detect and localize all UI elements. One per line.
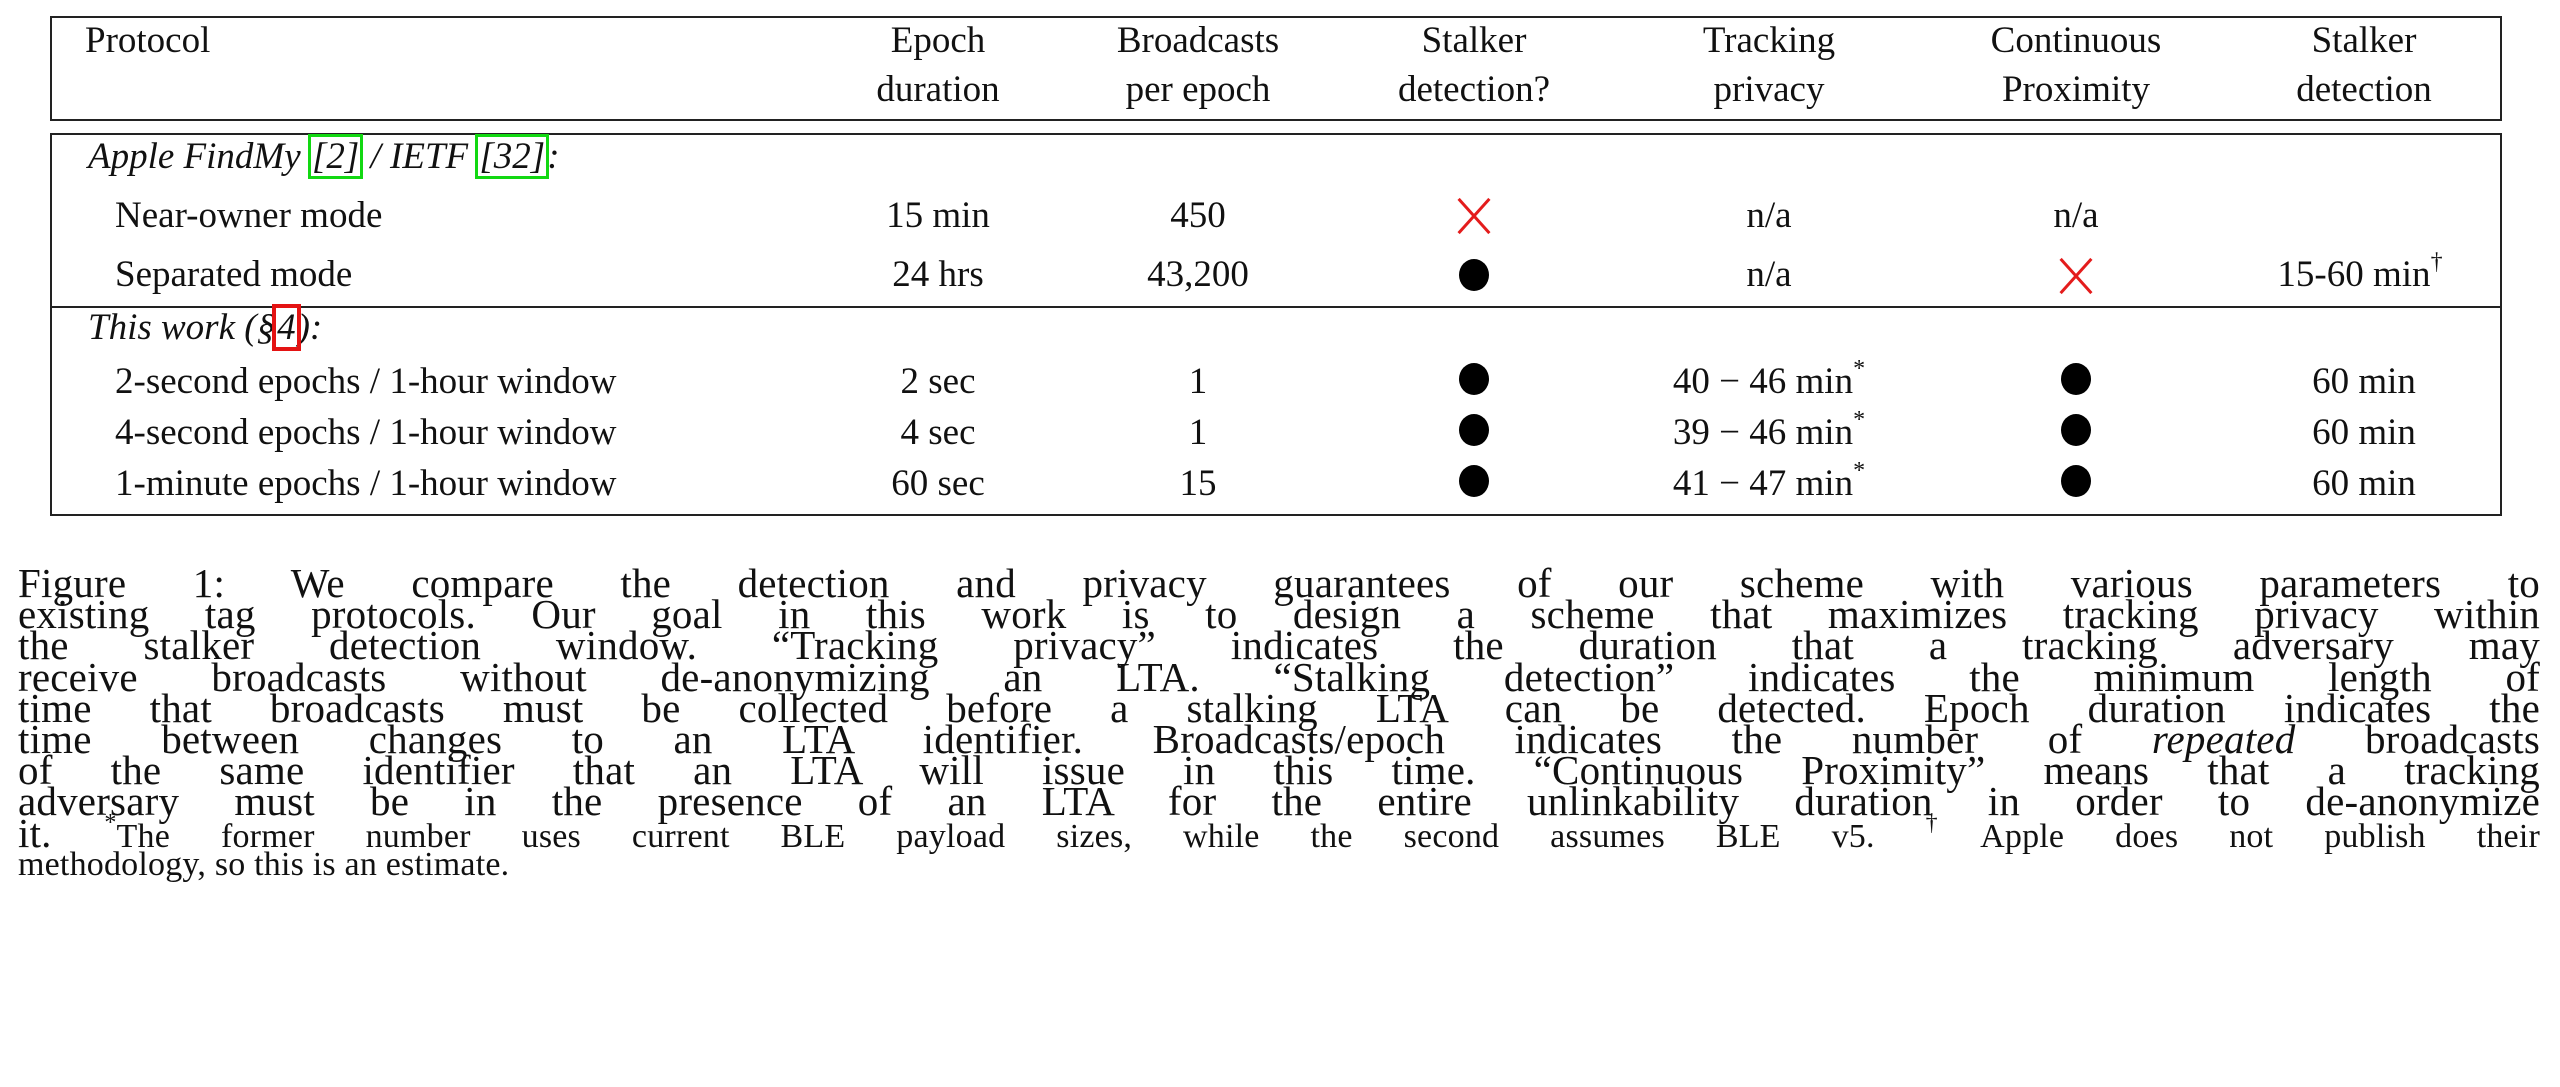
header-stalker-detection-q-line2: detection?: [1397, 69, 1551, 110]
section-title-text: Apple FindMy: [88, 136, 310, 177]
row-protocol: 1-minute epochs / 1-hour window: [115, 463, 617, 504]
asterisk-footnote-mark: *: [1853, 457, 1866, 484]
tracking-value: 41 − 47 min: [1672, 463, 1854, 504]
row-broadcasts: 450: [1170, 195, 1226, 236]
cross-icon: [1455, 197, 1493, 235]
row-tracking: 41 − 47 min*: [1673, 459, 1865, 509]
row-broadcasts: 15: [1179, 463, 1217, 504]
header-broadcasts-line2: per epoch: [1125, 69, 1271, 110]
row-protocol: 2-second epochs / 1-hour window: [115, 361, 617, 402]
section-title-text: :: [547, 136, 560, 177]
header-stalker-detection-q-line1: Stalker: [1421, 20, 1527, 61]
row-epoch: 4 sec: [900, 412, 976, 453]
tracking-value: 40 − 46 min: [1672, 361, 1854, 402]
filled-circle-icon: [1459, 465, 1489, 497]
header-continuous-proximity-line2: Proximity: [2001, 69, 2151, 110]
asterisk-footnote-mark: *: [104, 810, 117, 837]
header-epoch-line1: Epoch: [890, 20, 986, 61]
header-tracking-privacy-line2: privacy: [1713, 69, 1825, 110]
row-protocol: 4-second epochs / 1-hour window: [115, 412, 617, 453]
footnote-dagger: Apple does not publish their: [1980, 817, 2540, 855]
citation-link-2[interactable]: [2]: [307, 134, 364, 179]
dagger-footnote-mark: †: [2430, 248, 2443, 275]
filled-circle-icon: [1459, 363, 1489, 395]
filled-circle-icon: [2061, 363, 2091, 395]
section-title-text: This work (§: [88, 307, 276, 348]
section-title-text: / IETF: [361, 136, 478, 177]
row-stalker-time: 15-60 min†: [2277, 250, 2442, 300]
row-stalker-time: 60 min: [2312, 361, 2416, 402]
section-title-this-work: This work (§4):: [88, 303, 322, 353]
row-stalker-time: 60 min: [2312, 412, 2416, 453]
caption-line: adversary must be in the presence of an …: [18, 778, 2540, 825]
filled-circle-icon: [1459, 414, 1489, 446]
citation-link-32[interactable]: [32]: [475, 134, 550, 179]
row-protocol: Separated mode: [115, 254, 353, 295]
tracking-value: 39 − 46 min: [1672, 412, 1854, 453]
caption-line: it. *The former number uses current BLE …: [18, 811, 2540, 853]
section-divider: [52, 306, 2500, 308]
row-epoch: 15 min: [886, 195, 990, 236]
header-continuous-proximity-line1: Continuous: [1990, 20, 2162, 61]
section-ref-link-4[interactable]: 4: [272, 304, 301, 351]
row-tracking: n/a: [1746, 195, 1792, 236]
row-broadcasts: 1: [1188, 412, 1208, 453]
row-broadcasts: 43,200: [1147, 254, 1249, 295]
stalker-time-value: 15-60 min: [2277, 254, 2431, 295]
dagger-footnote-mark: †: [1925, 810, 1981, 837]
row-proximity: n/a: [2053, 195, 2099, 236]
filled-circle-icon: [2061, 414, 2091, 446]
section-title-text: ):: [297, 307, 323, 348]
section-title-apple-ietf: Apple FindMy [2] / IETF [32]:: [88, 132, 560, 182]
filled-circle-icon: [1459, 259, 1489, 291]
header-stalker-detection-line2: detection: [2296, 69, 2432, 110]
header-epoch-line2: duration: [876, 69, 1000, 110]
table-header-box: Protocol Epoch duration Broadcasts per e…: [50, 16, 2502, 121]
row-epoch: 2 sec: [900, 361, 976, 402]
asterisk-footnote-mark: *: [1853, 355, 1866, 382]
row-epoch: 60 sec: [891, 463, 985, 504]
asterisk-footnote-mark: *: [1853, 406, 1866, 433]
row-broadcasts: 1: [1188, 361, 1208, 402]
row-epoch: 24 hrs: [892, 254, 984, 295]
row-tracking: n/a: [1746, 254, 1792, 295]
header-stalker-detection-line1: Stalker: [2311, 20, 2417, 61]
header-broadcasts-line1: Broadcasts: [1116, 20, 1280, 61]
header-tracking-privacy-line1: Tracking: [1702, 20, 1836, 61]
table-body-box: Apple FindMy [2] / IETF [32]: Near-owner…: [50, 133, 2502, 516]
row-stalker-time: 60 min: [2312, 463, 2416, 504]
row-protocol: Near-owner mode: [115, 195, 383, 236]
filled-circle-icon: [2061, 465, 2091, 497]
figure-caption: Figure 1: We compare the detection and p…: [18, 562, 2540, 881]
row-tracking: 39 − 46 min*: [1673, 408, 1865, 458]
header-protocol: Protocol: [85, 20, 211, 61]
row-tracking: 40 − 46 min*: [1673, 357, 1865, 407]
cross-icon: [2057, 257, 2095, 295]
